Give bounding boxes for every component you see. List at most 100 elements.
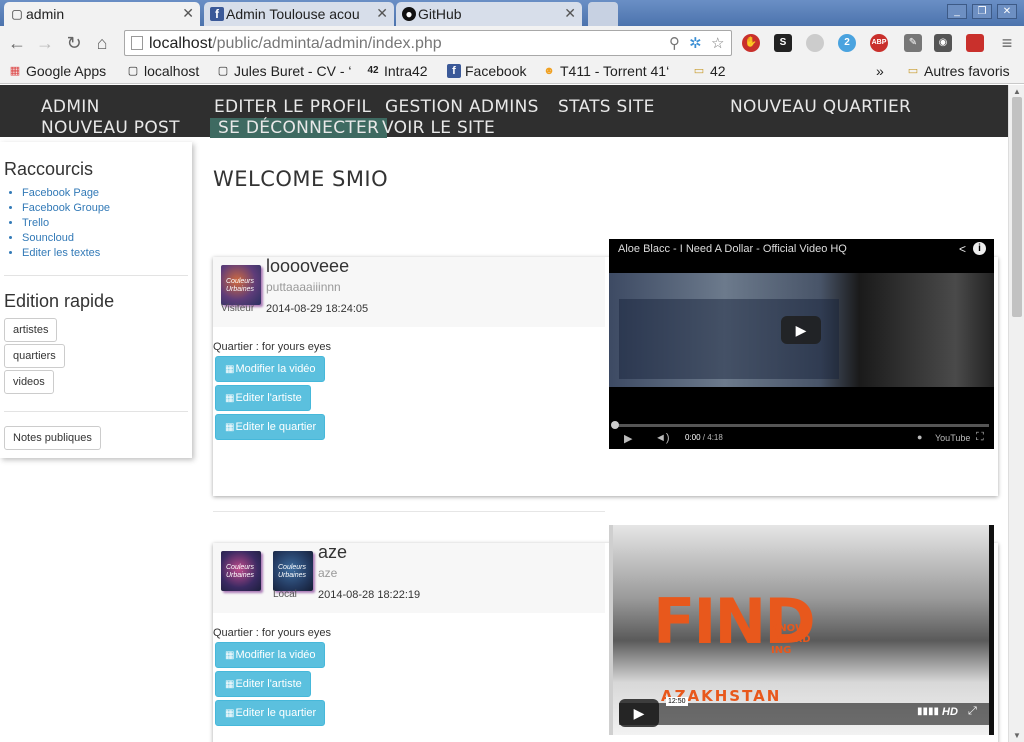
admin-navbar: ADMIN EDITER LE PROFIL GESTION ADMINS ST… — [0, 85, 1008, 138]
nav-voir-le-site[interactable]: VOIR LE SITE — [382, 118, 495, 138]
fullscreen-icon[interactable]: ⤢ — [968, 705, 977, 718]
post-name: aze — [318, 542, 348, 562]
circle-extension-icon[interactable] — [806, 34, 824, 52]
nav-stats-site[interactable]: STATS SITE — [558, 97, 655, 117]
post-name: looooveee — [266, 256, 350, 276]
facebook-icon: f — [210, 7, 224, 21]
post-divider — [213, 511, 605, 512]
scroll-down-icon[interactable]: ▼ — [1013, 731, 1021, 740]
bookmark-google-apps[interactable]: ▦ Google Apps — [8, 63, 106, 79]
volume-icon[interactable]: ◄) — [655, 432, 670, 444]
search-icon[interactable]: ⚲ — [669, 34, 680, 52]
modifier-video-button[interactable]: ▦Modifier la vidéo — [215, 642, 325, 668]
home-icon[interactable]: ⌂ — [91, 32, 113, 54]
nav-nouveau-post[interactable]: NOUVEAU POST — [41, 118, 180, 138]
quick-artistes-button[interactable]: artistes — [4, 318, 58, 342]
bookmark-folder-42[interactable]: ▭ 42 — [692, 63, 726, 79]
red-extension-icon[interactable] — [966, 34, 984, 52]
nav-editer-profil[interactable]: EDITER LE PROFIL — [214, 97, 371, 117]
volume-bars-icon[interactable]: ▮▮▮▮ — [917, 706, 939, 717]
close-tab-icon[interactable]: ✕ — [376, 5, 388, 22]
youtube-logo-icon[interactable]: YouTube — [935, 433, 970, 443]
vimeo-video-player[interactable]: FIND SNOW BOARD ING AZAKHSTAN ▶ 12:50 ▮▮… — [609, 525, 994, 735]
hd-icon[interactable]: HD — [942, 706, 958, 718]
back-icon[interactable]: ← — [6, 32, 28, 54]
bookmark-jules-buret[interactable]: ▢ Jules Buret - CV - ‘ — [216, 63, 356, 79]
adblock-plus-icon[interactable]: ABP — [870, 34, 888, 52]
sidebar: Raccourcis Facebook Page Facebook Groupe… — [0, 142, 192, 458]
modifier-video-button[interactable]: ▦Modifier la vidéo — [215, 356, 325, 382]
bookmark-intra42[interactable]: 42 Intra42 — [366, 63, 427, 79]
shortcut-facebook-groupe[interactable]: Facebook Groupe — [22, 201, 110, 216]
tab-admin[interactable]: ▢ admin ✕ — [4, 2, 200, 26]
page-icon: ▢ — [217, 65, 229, 77]
notes-publiques-button[interactable]: Notes publiques — [4, 426, 101, 450]
play-button-icon[interactable]: ▶ — [624, 432, 632, 445]
share-icon[interactable]: < — [959, 242, 966, 256]
close-window-icon[interactable]: ✕ — [997, 4, 1017, 19]
url-text[interactable]: localhost/public/adminta/admin/index.php — [149, 35, 442, 53]
minimize-icon[interactable]: _ — [947, 4, 967, 19]
s-extension-icon[interactable]: S — [774, 34, 792, 52]
quick-videos-button[interactable]: videos — [4, 370, 54, 394]
shortcut-trello[interactable]: Trello — [22, 216, 110, 231]
reload-icon[interactable]: ↻ — [63, 32, 85, 54]
user-role: Local — [273, 589, 297, 600]
shortcut-editer-textes[interactable]: Editer les textes — [22, 246, 110, 261]
menu-icon[interactable]: ≡ — [996, 32, 1018, 54]
video-title[interactable]: Aloe Blacc - I Need A Dollar - Official … — [618, 243, 847, 255]
bookmark-localhost[interactable]: ▢ localhost — [126, 63, 199, 79]
quartier-avatar[interactable]: Couleurs Urbaines — [273, 551, 313, 591]
info-icon[interactable]: i — [973, 242, 986, 255]
editer-artiste-button[interactable]: ▦Editer l'artiste — [215, 671, 311, 697]
nav-admin[interactable]: ADMIN — [41, 97, 100, 117]
artist-avatar[interactable]: Couleurs Urbaines — [221, 265, 261, 305]
progress-handle[interactable] — [611, 421, 619, 429]
camera-icon[interactable]: ◉ — [934, 34, 952, 52]
editer-artiste-button[interactable]: ▦Editer l'artiste — [215, 385, 311, 411]
dev-tools-icon[interactable]: ✎ — [904, 34, 922, 52]
play-icon[interactable]: ▶ — [619, 699, 659, 727]
shortcut-souncloud[interactable]: Souncloud — [22, 231, 110, 246]
grid-icon: ▦ — [225, 393, 235, 404]
settings-icon[interactable]: ● — [917, 432, 922, 442]
fullscreen-icon[interactable]: ⛶ — [976, 431, 984, 444]
address-bar[interactable]: localhost/public/adminta/admin/index.php… — [124, 30, 732, 56]
other-bookmarks[interactable]: ▭ Autres favoris — [906, 63, 1010, 79]
close-tab-icon[interactable]: ✕ — [564, 5, 576, 22]
play-icon[interactable]: ▶ — [781, 316, 821, 344]
new-tab-button[interactable] — [588, 2, 618, 26]
shortcut-list: Facebook Page Facebook Groupe Trello Sou… — [22, 186, 110, 261]
post-date: 2014-08-29 18:24:05 — [266, 303, 369, 315]
forward-icon[interactable]: → — [34, 32, 56, 54]
page-scrollbar[interactable]: ▲ ▼ — [1008, 85, 1024, 742]
youtube-video-player[interactable]: Aloe Blacc - I Need A Dollar - Official … — [609, 239, 994, 449]
stop-extension-icon[interactable]: ✋ — [742, 34, 760, 52]
edition-rapide-heading: Edition rapide — [4, 291, 115, 311]
page-icon: ▢ — [127, 65, 139, 77]
scroll-up-icon[interactable]: ▲ — [1013, 87, 1021, 96]
star-icon[interactable]: ☆ — [711, 34, 724, 52]
tab-admin-toulouse[interactable]: f Admin Toulouse acou ✕ — [204, 2, 394, 26]
scrollbar-thumb[interactable] — [1012, 97, 1022, 317]
ghostery-icon[interactable]: 2 — [838, 34, 856, 52]
bookmark-facebook[interactable]: f Facebook — [447, 63, 526, 79]
quick-quartiers-button[interactable]: quartiers — [4, 344, 65, 368]
nav-nouveau-quartier[interactable]: NOUVEAU QUARTIER — [730, 97, 911, 117]
nav-se-deconnecter[interactable]: SE DÉCONNECTER — [210, 118, 388, 138]
bookmark-t411[interactable]: ☻ T411 - Torrent 41‘ — [542, 63, 682, 79]
progress-bar[interactable] — [614, 424, 989, 427]
tab-github[interactable]: ● GitHub ✕ — [396, 2, 582, 26]
editer-quartier-button[interactable]: ▦Editer le quartier — [215, 414, 326, 440]
nav-gestion-admins[interactable]: GESTION ADMINS — [385, 97, 539, 117]
artist-avatar[interactable]: Couleurs Urbaines — [221, 551, 261, 591]
bookmarks-overflow-button[interactable]: » — [876, 63, 884, 79]
tab-title: admin — [26, 6, 65, 22]
maximize-icon[interactable]: ❐ — [972, 4, 992, 19]
extension-icon[interactable]: ✲ — [689, 34, 702, 52]
close-tab-icon[interactable]: ✕ — [182, 5, 194, 22]
editer-quartier-button[interactable]: ▦Editer le quartier — [215, 700, 326, 726]
page-viewport: ADMIN EDITER LE PROFIL GESTION ADMINS ST… — [0, 85, 1008, 742]
shortcut-facebook-page[interactable]: Facebook Page — [22, 186, 110, 201]
video-right-border — [989, 525, 994, 735]
